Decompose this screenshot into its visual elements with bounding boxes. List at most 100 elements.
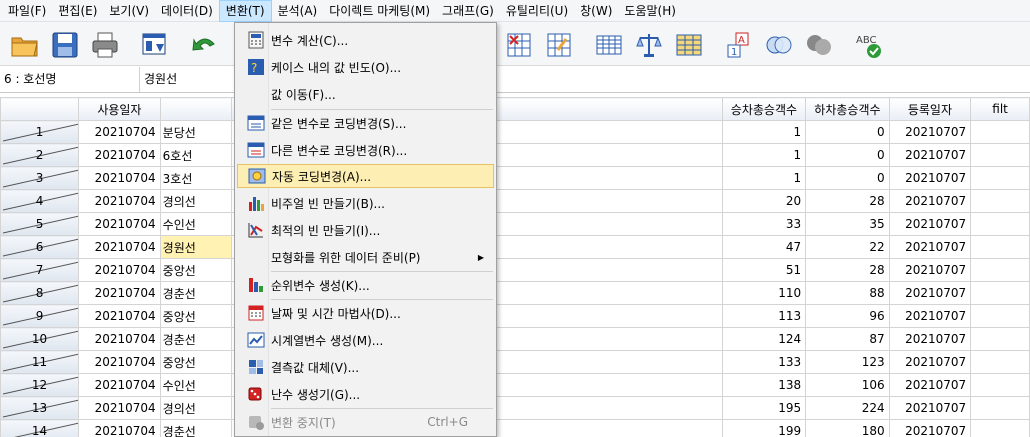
row-header[interactable]: 10 — [0, 327, 80, 351]
menu-item-rank-cases[interactable]: 순위변수 생성(K)... — [237, 273, 494, 297]
cell-date[interactable]: 20210704 — [78, 212, 161, 236]
menu-item-recode-different[interactable]: 다른 변수로 코딩변경(R)... — [237, 138, 494, 162]
dialog-recall-icon[interactable] — [140, 30, 170, 60]
menu-direct-marketing[interactable]: 다이렉트 마케팅(M) — [323, 0, 436, 22]
cell-line[interactable]: 경춘선 — [159, 327, 232, 351]
cell-alighting[interactable]: 224 — [805, 396, 890, 420]
cell-alighting[interactable]: 28 — [805, 189, 890, 213]
cell-boarding[interactable]: 33 — [721, 212, 807, 236]
cell-boarding[interactable]: 1 — [721, 166, 807, 190]
cell-date[interactable]: 20210704 — [78, 235, 161, 259]
menu-item-optimal-binning[interactable]: 최적의 빈 만들기(I)... — [237, 218, 494, 242]
cell-reg-date[interactable]: 20210707 — [888, 396, 972, 420]
cell-boarding[interactable]: 51 — [721, 258, 807, 282]
menu-item-recode-same[interactable]: 같은 변수로 코딩변경(S)... — [237, 111, 494, 135]
cell-filter[interactable] — [970, 373, 1030, 397]
row-header[interactable]: 4 — [0, 189, 80, 213]
cell-reg-date[interactable]: 20210707 — [888, 166, 972, 190]
cell-reg-date[interactable]: 20210707 — [888, 304, 972, 328]
cell-reg-date[interactable]: 20210707 — [888, 258, 972, 282]
row-header[interactable]: 12 — [0, 373, 80, 397]
menu-data[interactable]: 데이터(D) — [155, 0, 219, 22]
cell-filter[interactable] — [970, 396, 1030, 420]
cell-date[interactable]: 20210704 — [78, 143, 161, 167]
cell-date[interactable]: 20210704 — [78, 166, 161, 190]
cell-alighting[interactable]: 0 — [805, 143, 890, 167]
row-header[interactable]: 6 — [0, 235, 80, 259]
menu-item-stop-transform[interactable]: 변환 중지(T) Ctrl+G — [237, 410, 494, 434]
cell-reg-date[interactable]: 20210707 — [888, 327, 972, 351]
use-sets-icon[interactable] — [764, 30, 794, 60]
menu-utilities[interactable]: 유틸리티(U) — [500, 0, 574, 22]
row-header[interactable]: 14 — [0, 419, 80, 437]
cell-value-editor[interactable]: 경원선 — [144, 67, 177, 92]
cell-reg-date[interactable]: 20210707 — [888, 120, 972, 144]
cell-alighting[interactable]: 123 — [805, 350, 890, 374]
cell-filter[interactable] — [970, 281, 1030, 305]
cell-alighting[interactable]: 106 — [805, 373, 890, 397]
menu-view[interactable]: 보기(V) — [103, 0, 155, 22]
cell-date[interactable]: 20210704 — [78, 304, 161, 328]
cell-filter[interactable] — [970, 304, 1030, 328]
corner-header[interactable] — [0, 97, 80, 121]
menu-help[interactable]: 도움말(H) — [618, 0, 682, 22]
show-sets-icon[interactable] — [804, 30, 834, 60]
menu-item-prepare-data-modeling[interactable]: 모형화를 위한 데이터 준비(P) ▶ — [237, 245, 494, 269]
cell-reg-date[interactable]: 20210707 — [888, 189, 972, 213]
cell-filter[interactable] — [970, 350, 1030, 374]
cell-alighting[interactable]: 96 — [805, 304, 890, 328]
row-header[interactable]: 1 — [0, 120, 80, 144]
cell-line[interactable]: 수인선 — [159, 373, 232, 397]
select-cases-icon[interactable] — [674, 30, 704, 60]
row-header[interactable]: 2 — [0, 143, 80, 167]
cell-alighting[interactable]: 180 — [805, 419, 890, 437]
cell-filter[interactable] — [970, 120, 1030, 144]
cell-alighting[interactable]: 0 — [805, 166, 890, 190]
cell-line[interactable]: 경의선 — [159, 189, 232, 213]
row-header[interactable]: 9 — [0, 304, 80, 328]
menu-item-random-generator[interactable]: 난수 생성기(G)... — [237, 382, 494, 406]
cell-reg-date[interactable]: 20210707 — [888, 350, 972, 374]
cell-alighting[interactable]: 87 — [805, 327, 890, 351]
cell-boarding[interactable]: 113 — [721, 304, 807, 328]
cell-boarding[interactable]: 110 — [721, 281, 807, 305]
row-header[interactable]: 7 — [0, 258, 80, 282]
row-header[interactable]: 11 — [0, 350, 80, 374]
cell-reg-date[interactable]: 20210707 — [888, 143, 972, 167]
cell-date[interactable]: 20210704 — [78, 281, 161, 305]
cell-line[interactable]: 중앙선 — [159, 304, 232, 328]
cell-line[interactable]: 경의선 — [159, 396, 232, 420]
cell-filter[interactable] — [970, 166, 1030, 190]
cell-boarding[interactable]: 47 — [721, 235, 807, 259]
cell-boarding[interactable]: 124 — [721, 327, 807, 351]
cell-alighting[interactable]: 22 — [805, 235, 890, 259]
cell-date[interactable]: 20210704 — [78, 189, 161, 213]
menu-graphs[interactable]: 그래프(G) — [436, 0, 500, 22]
column-header-line[interactable] — [159, 97, 232, 121]
cell-boarding[interactable]: 195 — [721, 396, 807, 420]
cell-filter[interactable] — [970, 235, 1030, 259]
menu-item-compute-variable[interactable]: 변수 계산(C)... — [237, 28, 494, 52]
column-header-reg-date[interactable]: 등록일자 — [888, 97, 972, 121]
cell-boarding[interactable]: 1 — [721, 120, 807, 144]
cell-alighting[interactable]: 88 — [805, 281, 890, 305]
menu-item-replace-missing[interactable]: 결측값 대체(V)... — [237, 355, 494, 379]
variables-icon[interactable] — [594, 30, 624, 60]
cell-reg-date[interactable]: 20210707 — [888, 235, 972, 259]
cell-date[interactable]: 20210704 — [78, 396, 161, 420]
cell-line[interactable]: 3호선 — [159, 166, 232, 190]
column-header-boarding[interactable]: 승차총승객수 — [721, 97, 807, 121]
cell-reg-date[interactable]: 20210707 — [888, 212, 972, 236]
menu-window[interactable]: 창(W) — [574, 0, 618, 22]
column-header-date[interactable]: 사용일자 — [78, 97, 161, 121]
column-header-filter[interactable]: filt — [970, 97, 1030, 121]
cell-line[interactable]: 중앙선 — [159, 258, 232, 282]
cell-filter[interactable] — [970, 258, 1030, 282]
menu-item-date-time-wizard[interactable]: 날짜 및 시간 마법사(D)... — [237, 301, 494, 325]
menu-item-visual-binning[interactable]: 비주얼 빈 만들기(B)... — [237, 191, 494, 215]
undo-icon[interactable] — [190, 30, 220, 60]
cell-line[interactable]: 분당선 — [159, 120, 232, 144]
cell-boarding[interactable]: 1 — [721, 143, 807, 167]
menu-item-count-values[interactable]: ? 케이스 내의 값 빈도(O)... — [237, 55, 494, 79]
value-labels-icon[interactable]: A1 — [724, 30, 754, 60]
